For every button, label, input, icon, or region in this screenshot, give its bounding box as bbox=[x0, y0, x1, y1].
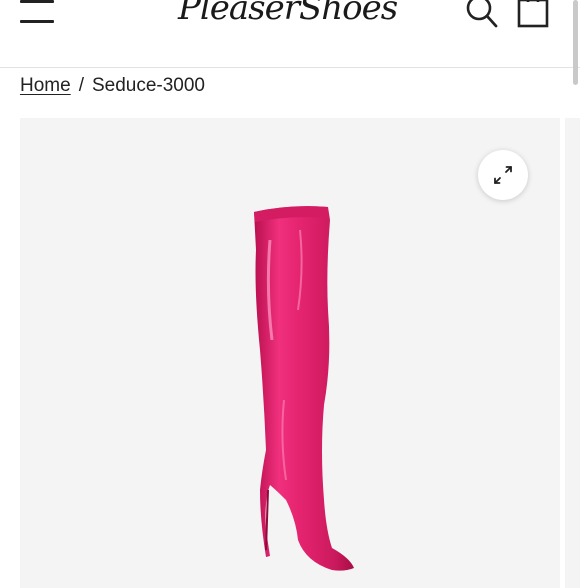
next-gallery-image-peek[interactable] bbox=[565, 118, 580, 588]
site-logo[interactable]: PleaserShoes bbox=[178, 0, 398, 28]
site-header: PleaserShoes bbox=[0, 0, 580, 85]
expand-image-button[interactable] bbox=[478, 150, 528, 200]
search-icon[interactable] bbox=[466, 0, 498, 30]
breadcrumb-home-link[interactable]: Home bbox=[20, 75, 71, 96]
breadcrumb-current: Seduce-3000 bbox=[91, 75, 206, 96]
expand-icon bbox=[494, 166, 512, 184]
shopping-bag-icon[interactable] bbox=[516, 0, 550, 30]
page-scrollbar[interactable] bbox=[573, 0, 578, 85]
breadcrumb-separator: / bbox=[78, 75, 84, 96]
pink-thigh-high-boot bbox=[254, 206, 354, 571]
hamburger-menu-icon[interactable] bbox=[20, 0, 54, 24]
breadcrumb: Home / Seduce-3000 bbox=[20, 75, 205, 97]
